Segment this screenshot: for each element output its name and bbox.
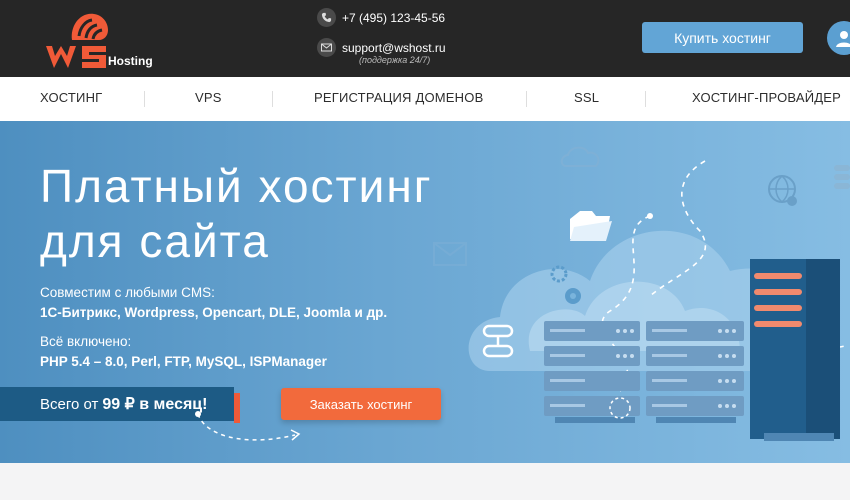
price-value: 99 ₽ в месяц! [102, 396, 208, 413]
included-list: PHP 5.4 – 8.0, Perl, FTP, MySQL, ISPMana… [40, 354, 327, 369]
nav-item-provider[interactable]: ХОСТИНГ-ПРОВАЙДЕР ⌄ [692, 90, 850, 105]
hero-title: Платный хостинг для сайта [40, 159, 433, 269]
hero-title-line2: для сайта [40, 215, 270, 267]
nav-divider [272, 91, 273, 107]
nav-item-ssl[interactable]: SSL [574, 90, 599, 105]
phone-icon [317, 8, 336, 27]
buy-hosting-button[interactable]: Купить хостинг [642, 22, 803, 53]
page-bottom-area [0, 463, 850, 500]
contact-phone[interactable]: +7 (495) 123-45-56 [317, 8, 445, 27]
cms-label: Совместим с любыми CMS: [40, 285, 215, 300]
nav-divider [144, 91, 145, 107]
cloud-servers-illustration [433, 146, 850, 441]
price-prefix: Всего от [40, 395, 99, 413]
email-address: support@wshost.ru [342, 40, 446, 55]
nav-divider [645, 91, 646, 107]
hero-title-line1: Платный хостинг [40, 160, 433, 212]
phone-number: +7 (495) 123-45-56 [342, 10, 446, 25]
main-nav: ХОСТИНГ VPS РЕГИСТРАЦИЯ ДОМЕНОВ SSL ХОСТ… [0, 77, 850, 121]
included-label: Всё включено: [40, 334, 132, 349]
user-icon [836, 31, 850, 47]
nav-item-vps[interactable]: VPS [195, 90, 222, 105]
cms-list: 1С-Битрикс, Wordpress, Opencart, DLE, Jo… [40, 305, 388, 320]
support-note: (поддержка 24/7) [359, 55, 431, 65]
nav-divider [526, 91, 527, 107]
user-account-button[interactable] [827, 21, 850, 55]
logo-text: Hosting [108, 54, 153, 68]
nav-item-hosting[interactable]: ХОСТИНГ [40, 90, 102, 105]
top-bar: Hosting +7 (495) 123-45-56 support@wshos… [0, 0, 850, 77]
hero-banner: Платный хостинг для сайта Совместим с лю… [0, 121, 850, 463]
mail-icon [317, 38, 336, 57]
nav-item-domains[interactable]: РЕГИСТРАЦИЯ ДОМЕНОВ [314, 90, 483, 105]
nav-item-provider-label: ХОСТИНГ-ПРОВАЙДЕР [692, 90, 841, 105]
order-hosting-button[interactable]: Заказать хостинг [281, 388, 441, 420]
